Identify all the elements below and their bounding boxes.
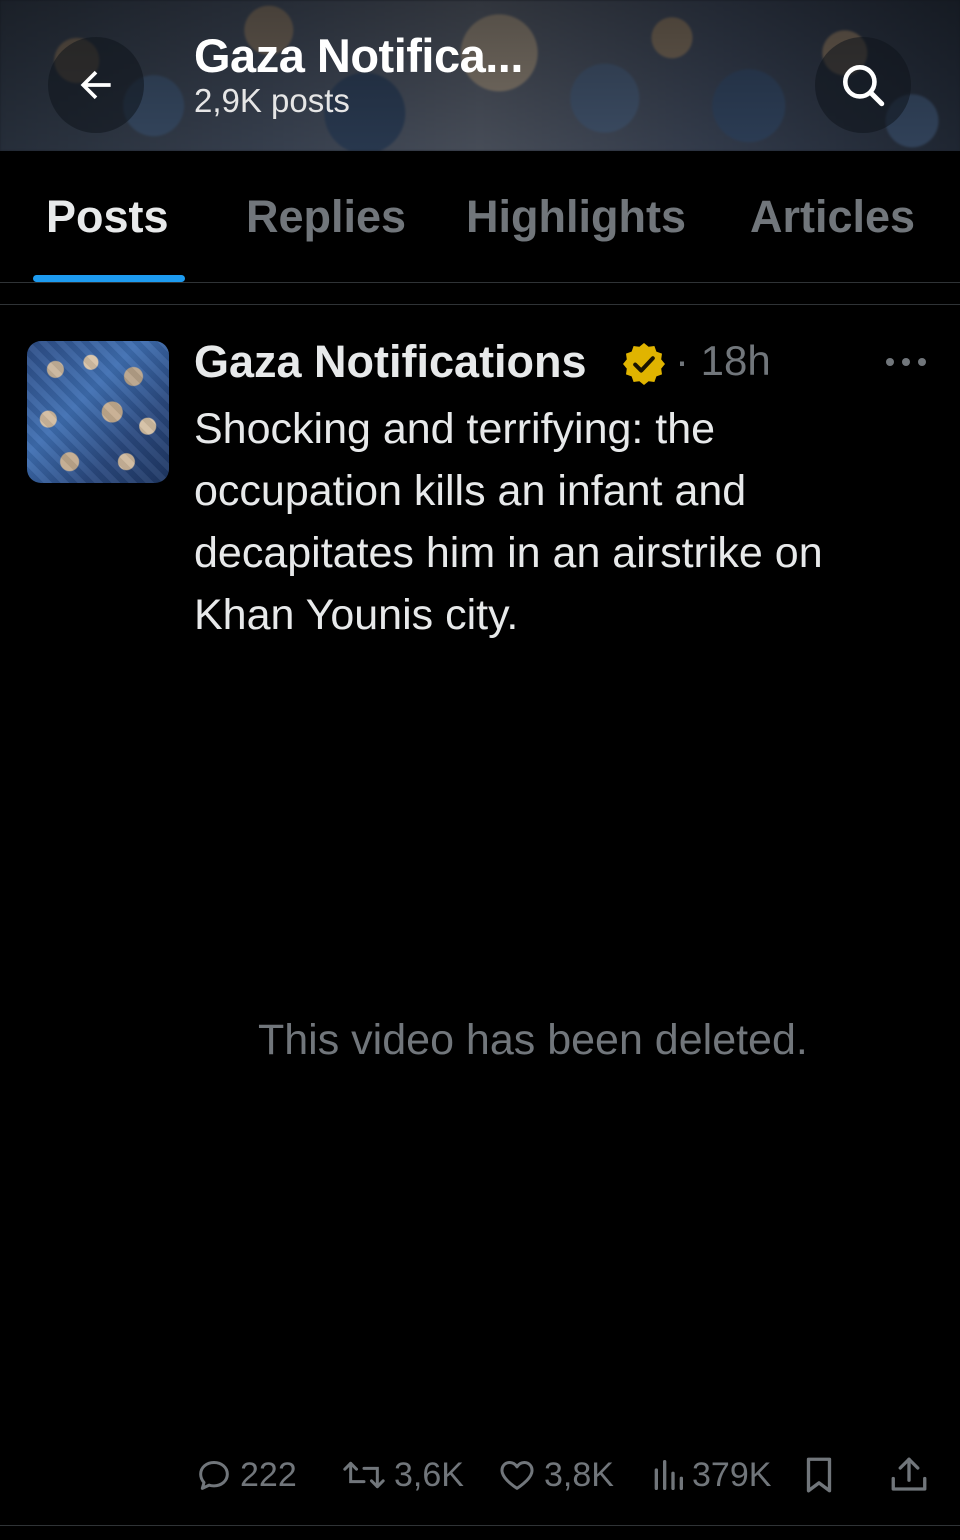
more-horizontal-icon: [886, 358, 926, 366]
share-button[interactable]: [888, 1445, 930, 1505]
post-timestamp[interactable]: · 18h: [675, 337, 771, 385]
repost-icon: [343, 1461, 385, 1489]
post-text: Shocking and terrifying: the occupation …: [194, 405, 823, 639]
like-count: 3,8K: [544, 1455, 614, 1494]
back-button[interactable]: [48, 37, 144, 133]
deleted-video-message: This video has been deleted.: [258, 1016, 808, 1064]
divider: [0, 1525, 960, 1526]
search-icon: [843, 65, 885, 107]
separator-dot: ·: [675, 337, 689, 384]
repost-button[interactable]: 3,6K: [340, 1445, 464, 1505]
like-button[interactable]: 3,8K: [496, 1445, 614, 1505]
bookmark-icon: [806, 1457, 832, 1493]
reply-icon: [199, 1461, 229, 1490]
verified-badge-icon: [620, 340, 668, 393]
search-button[interactable]: [815, 37, 911, 133]
share-icon: [891, 1457, 927, 1491]
reply-button[interactable]: 222: [194, 1445, 297, 1505]
header-title: Gaza Notifica...: [194, 29, 523, 82]
post-time: 18h: [700, 337, 771, 384]
reply-count: 222: [240, 1455, 297, 1494]
avatar[interactable]: [27, 341, 169, 483]
bookmark-button[interactable]: [800, 1445, 838, 1505]
views-icon: [654, 1460, 683, 1490]
active-tab-indicator: [33, 275, 185, 282]
tab-articles[interactable]: Articles: [750, 191, 915, 243]
profile-tabs: Posts Replies Highlights Articles: [0, 151, 960, 283]
repost-count: 3,6K: [394, 1455, 464, 1494]
views-count: 379K: [692, 1455, 772, 1494]
post-actions: 222 3,6K 3,8K 379K: [0, 1445, 960, 1505]
tab-posts[interactable]: Posts: [46, 191, 169, 243]
more-options-button[interactable]: [882, 352, 930, 377]
post-author-name[interactable]: Gaza Notifications: [194, 336, 587, 388]
profile-header: Gaza Notifica... 2,9K posts: [0, 0, 960, 151]
tab-replies[interactable]: Replies: [246, 191, 406, 243]
tab-highlights[interactable]: Highlights: [466, 191, 686, 243]
heart-icon: [500, 1461, 534, 1490]
arrow-left-icon: [80, 70, 111, 100]
header-post-count: 2,9K posts: [194, 82, 350, 119]
views-button[interactable]: 379K: [650, 1445, 771, 1505]
divider: [0, 304, 960, 305]
